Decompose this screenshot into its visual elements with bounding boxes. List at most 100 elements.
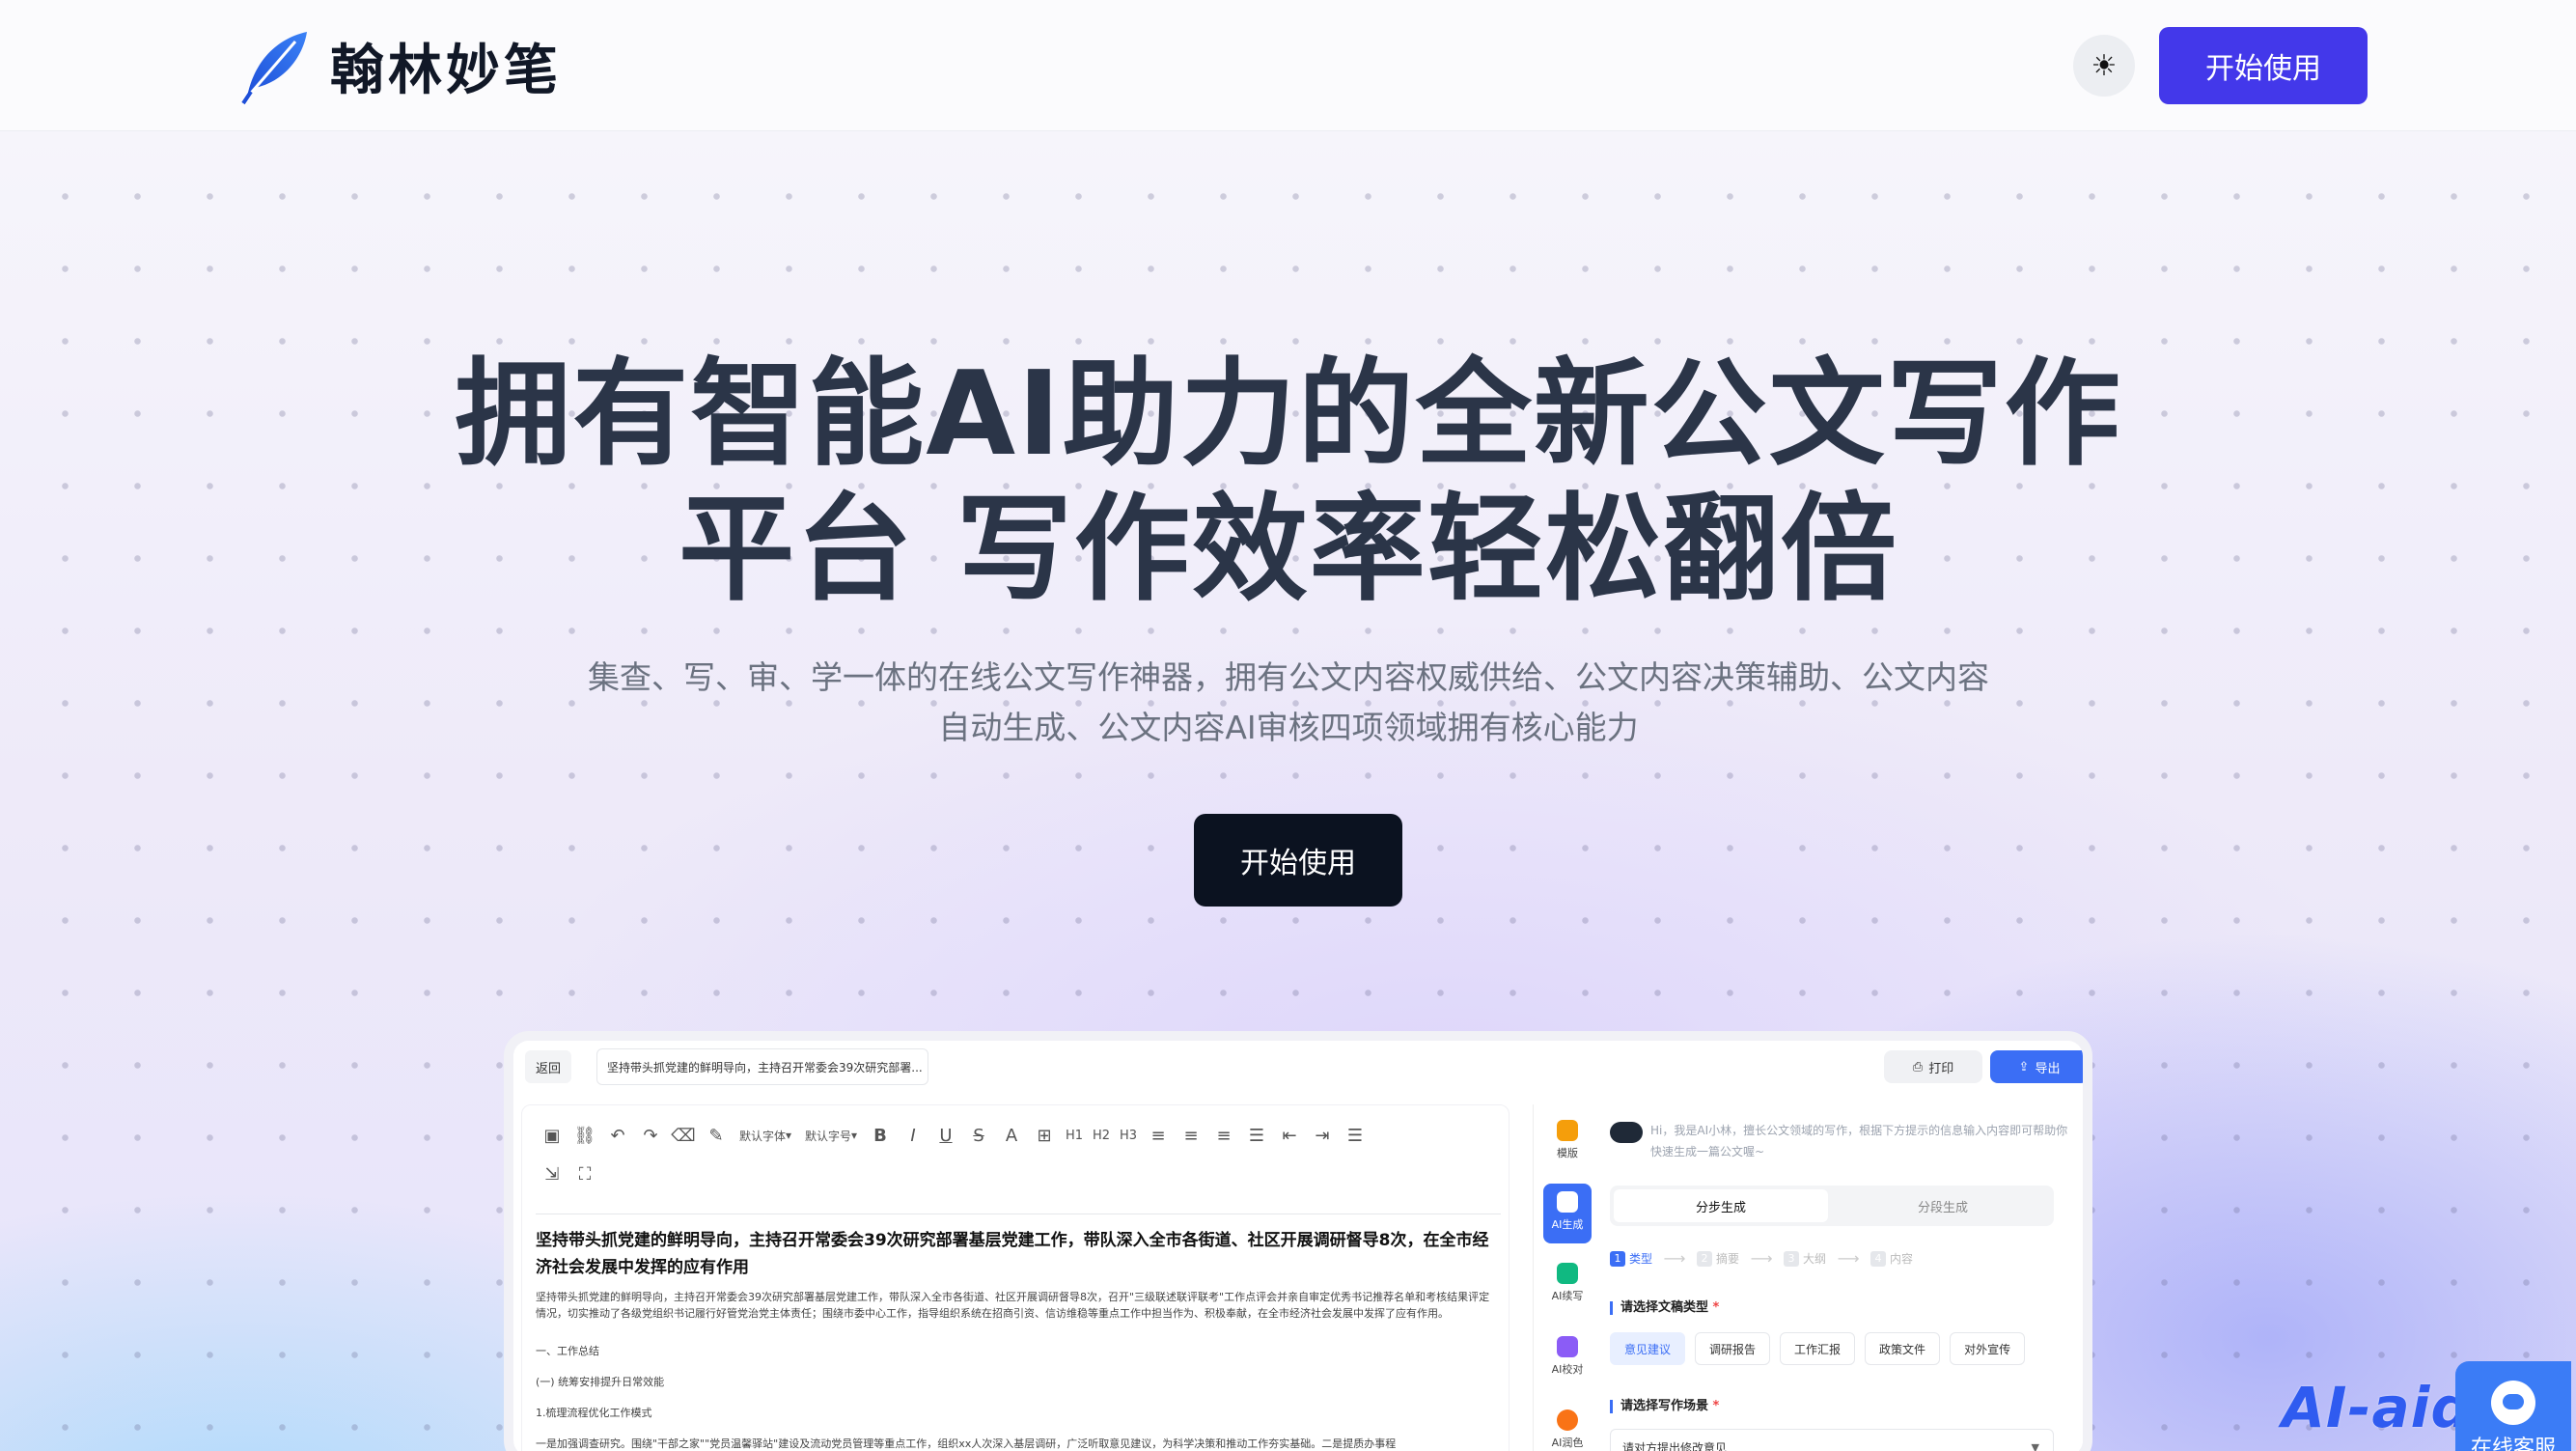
document-line[interactable]: 1.梳理流程优化工作模式 bbox=[536, 1405, 652, 1420]
online-support-button[interactable]: 在线客服 bbox=[2455, 1361, 2571, 1451]
arrow-icon: ⟶ bbox=[1663, 1249, 1686, 1268]
doc-type-label-text: 请选择文稿类型 bbox=[1620, 1300, 1709, 1315]
side-item-ai-continue[interactable]: AI续写 bbox=[1543, 1255, 1592, 1315]
ai-panel: 模版 AI生成 AI续写 AI校对 AI润色 Hi，我是AI小林，擅长公文领域的… bbox=[1533, 1104, 2083, 1451]
underline-icon[interactable]: U bbox=[929, 1121, 962, 1150]
h3-button[interactable]: H3 bbox=[1115, 1121, 1142, 1150]
hero-title-line1: 拥有智能AI助力的全新公文写作 bbox=[455, 348, 2122, 482]
hero-title: 拥有智能AI助力的全新公文写作 平台 写作效率轻松翻倍 bbox=[386, 348, 2191, 618]
document-line[interactable]: (一) 统筹安排提升日常效能 bbox=[536, 1374, 664, 1389]
redo-icon[interactable]: ↷ bbox=[634, 1121, 667, 1150]
image-icon[interactable]: ▣ bbox=[536, 1121, 568, 1150]
eraser-icon[interactable]: ✎ bbox=[700, 1121, 733, 1150]
scene-label: 请选择写作场景 * bbox=[1610, 1400, 1719, 1413]
scene-label-text: 请选择写作场景 bbox=[1620, 1399, 1709, 1413]
step-label: 大纲 bbox=[1803, 1252, 1827, 1266]
side-item-ai-generate[interactable]: AI生成 bbox=[1543, 1184, 1592, 1243]
scene-select-value: 请对方提出修改意见 bbox=[1622, 1440, 1728, 1451]
undo-icon[interactable]: ↶ bbox=[601, 1121, 634, 1150]
step-content: 4 内容 bbox=[1870, 1250, 1913, 1267]
scene-select[interactable]: 请对方提出修改意见 ▼ bbox=[1610, 1429, 2054, 1451]
feather-icon bbox=[241, 31, 307, 104]
doc-type-label: 请选择文稿类型 * bbox=[1610, 1301, 1719, 1315]
line-height-icon[interactable]: ☰ bbox=[1339, 1121, 1371, 1150]
polish-icon bbox=[1557, 1409, 1578, 1431]
check-icon bbox=[1557, 1336, 1578, 1357]
indent-increase-icon[interactable]: ⇥ bbox=[1306, 1121, 1339, 1150]
document-heading[interactable]: 坚持带头抓党建的鲜明导向，主持召开常委会39次研究部署基层党建工作，带队深入全市… bbox=[536, 1227, 1501, 1281]
side-item-label: AI续写 bbox=[1551, 1290, 1584, 1302]
h1-button[interactable]: H1 bbox=[1061, 1121, 1088, 1150]
doc-type-options: 意见建议 调研报告 工作汇报 政策文件 对外宣传 bbox=[1610, 1332, 2026, 1365]
export-label: 导出 bbox=[2035, 1061, 2061, 1076]
top-navbar: 翰林妙笔 ☀ 开始使用 bbox=[0, 0, 2576, 131]
step-summary: 2 摘要 bbox=[1697, 1250, 1739, 1267]
align-left-icon[interactable]: ≡ bbox=[1142, 1121, 1175, 1150]
type-chip[interactable]: 工作汇报 bbox=[1780, 1332, 1856, 1365]
step-indicator: 1 类型 ⟶ 2 摘要 ⟶ 3 大纲 ⟶ 4 内容 bbox=[1610, 1249, 2054, 1268]
step-type: 1 类型 bbox=[1610, 1250, 1652, 1267]
step-label: 内容 bbox=[1890, 1252, 1914, 1266]
table-icon[interactable]: ⊞ bbox=[1028, 1121, 1061, 1150]
align-right-icon[interactable]: ≡ bbox=[1207, 1121, 1240, 1150]
type-chip[interactable]: 对外宣传 bbox=[1950, 1332, 2026, 1365]
print-button[interactable]: ⎙ 打印 bbox=[1884, 1050, 1982, 1083]
insert-icon[interactable]: ⇲ bbox=[536, 1159, 568, 1188]
font-size-label: 默认字号 bbox=[804, 1129, 851, 1143]
required-mark: * bbox=[1712, 1399, 1720, 1413]
side-item-template[interactable]: 模版 bbox=[1543, 1112, 1592, 1172]
h2-button[interactable]: H2 bbox=[1088, 1121, 1115, 1150]
hero-subtitle-line1: 集查、写、审、学一体的在线公文写作神器，拥有公文内容权威供给、公文内容决策辅助、… bbox=[588, 658, 1989, 696]
sun-icon: ☀ bbox=[2091, 49, 2118, 82]
template-icon bbox=[1557, 1120, 1578, 1141]
printer-icon: ⎙ bbox=[1912, 1059, 1924, 1074]
type-chip[interactable]: 调研报告 bbox=[1695, 1332, 1771, 1365]
font-size-select[interactable]: 默认字号 ▾ bbox=[798, 1121, 864, 1150]
hero-subtitle-line2: 自动生成、公文内容AI审核四项领域拥有核心能力 bbox=[938, 709, 1639, 746]
ai-greeting: Hi，我是AI小林，擅长公文领域的写作，根据下方提示的信息输入内容即可帮助你快速… bbox=[1650, 1124, 2068, 1158]
clear-format-icon[interactable]: ⌫ bbox=[667, 1121, 700, 1150]
strikethrough-icon[interactable]: S bbox=[962, 1121, 995, 1150]
editor-toolbar: ▣ ⛓ ↶ ↷ ⌫ ✎ 默认字体 ▾ 默认字号 ▾ B I U S A ⊞ H1 H… bbox=[536, 1121, 1501, 1150]
brand-logo[interactable]: 翰林妙笔 bbox=[239, 27, 562, 105]
align-center-icon[interactable]: ≡ bbox=[1175, 1121, 1207, 1150]
step-label: 摘要 bbox=[1716, 1252, 1740, 1266]
editor-preview: 返回 坚持带头抓党建的鲜明导向，主持召开常委会39次研究部署... ⎙ 打印 ⇪… bbox=[504, 1031, 2092, 1451]
tab-segment-generate[interactable]: 分段生成 bbox=[1836, 1189, 2050, 1222]
hero-subtitle: 集查、写、审、学一体的在线公文写作神器，拥有公文内容权威供给、公文内容决策辅助、… bbox=[540, 653, 2036, 753]
side-item-ai-polish[interactable]: AI润色 bbox=[1543, 1402, 1592, 1451]
editor-toolbar-row2: ⇲ ⛶ bbox=[536, 1159, 601, 1188]
robot-icon bbox=[1557, 1191, 1578, 1213]
online-support-label: 在线客服 bbox=[2470, 1437, 2556, 1451]
link-icon[interactable]: ⛓ bbox=[568, 1121, 601, 1150]
side-item-label: 模版 bbox=[1557, 1147, 1578, 1159]
side-item-ai-proofread[interactable]: AI校对 bbox=[1543, 1328, 1592, 1388]
font-color-icon[interactable]: A bbox=[995, 1121, 1028, 1150]
chevron-down-icon: ▼ bbox=[2031, 1440, 2039, 1451]
fullscreen-icon[interactable]: ⛶ bbox=[568, 1159, 601, 1188]
editor-topbar: 返回 坚持带头抓党建的鲜明导向，主持召开常委会39次研究部署... ⎙ 打印 ⇪… bbox=[513, 1041, 2083, 1095]
font-family-select[interactable]: 默认字体 ▾ bbox=[733, 1121, 798, 1150]
generate-mode-tabs: 分步生成 分段生成 bbox=[1610, 1186, 2054, 1226]
document-line[interactable]: 一是加强调查研究。围绕"干部之家""党员温馨驿站"建设及流动党员管理等重点工作，… bbox=[536, 1436, 1396, 1451]
chat-bubble-icon bbox=[2491, 1381, 2535, 1425]
doc-title-field[interactable]: 坚持带头抓党建的鲜明导向，主持召开常委会39次研究部署... bbox=[596, 1048, 928, 1085]
hero-start-button[interactable]: 开始使用 bbox=[1194, 814, 1402, 907]
pen-icon bbox=[1557, 1263, 1578, 1284]
ordered-list-icon[interactable]: ☰ bbox=[1240, 1121, 1273, 1150]
type-chip[interactable]: 意见建议 bbox=[1610, 1332, 1686, 1365]
tab-step-generate[interactable]: 分步生成 bbox=[1614, 1189, 1828, 1222]
document-line[interactable]: 一、工作总结 bbox=[536, 1343, 599, 1358]
side-item-label: AI校对 bbox=[1551, 1363, 1584, 1376]
back-button[interactable]: 返回 bbox=[525, 1050, 571, 1083]
arrow-icon: ⟶ bbox=[1837, 1249, 1860, 1268]
export-button[interactable]: ⇪ 导出 bbox=[1990, 1050, 2083, 1083]
nav-start-button[interactable]: 开始使用 bbox=[2159, 27, 2368, 104]
bold-icon[interactable]: B bbox=[864, 1121, 897, 1150]
required-mark: * bbox=[1712, 1300, 1720, 1315]
document-paragraph[interactable]: 坚持带头抓党建的鲜明导向，主持召开常委会39次研究部署基层党建工作，带队深入全市… bbox=[536, 1289, 1491, 1322]
theme-toggle-button[interactable]: ☀ bbox=[2073, 35, 2135, 97]
italic-icon[interactable]: I bbox=[897, 1121, 929, 1150]
type-chip[interactable]: 政策文件 bbox=[1865, 1332, 1941, 1365]
indent-decrease-icon[interactable]: ⇤ bbox=[1273, 1121, 1306, 1150]
